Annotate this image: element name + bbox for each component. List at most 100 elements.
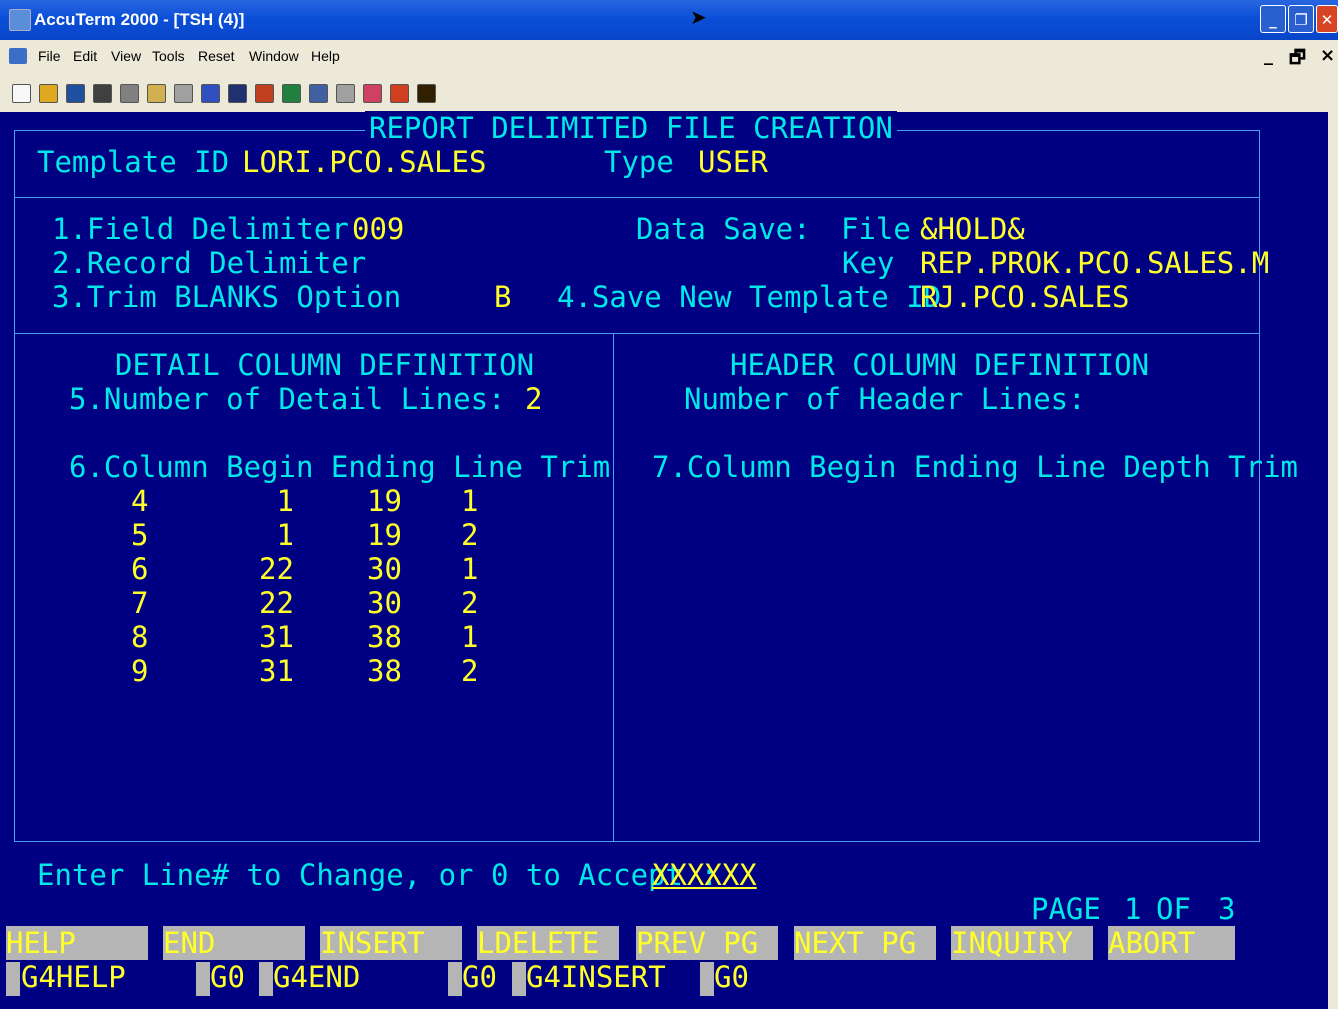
menu-reset[interactable]: Reset [198,48,235,64]
page-total: 3 [1218,892,1236,926]
g4-marker [512,962,526,996]
detail-lines-label: 5.Number of Detail Lines: [69,382,506,416]
data-save-label: Data Save: [636,212,811,246]
title-bar: AccuTerm 2000 - [TSH (4)] ➤ _ ❐ ✕ [0,0,1338,40]
menu-view[interactable]: View [111,48,141,64]
g4-marker [448,962,462,996]
detail-lines-value: 2 [525,382,543,416]
detail-row-column: 6 [131,552,149,586]
detail-column-headers: 6.Column Begin Ending Line Trim [69,450,611,484]
g4-insert-go[interactable]: G0 [714,960,749,994]
open-icon[interactable] [39,84,58,103]
help-icon[interactable] [417,84,436,103]
field-delimiter-label: 1.Field Delimiter [52,212,349,246]
detail-row-ending: 38 [367,654,402,688]
menu-tools[interactable]: Tools [152,48,185,64]
g4-end-key[interactable]: G4END [273,960,360,994]
minimize-icon[interactable]: _ [1260,5,1286,33]
template-id-label: Template ID [37,145,230,179]
new-icon[interactable] [12,84,31,103]
close-icon[interactable]: ✕ [1316,5,1338,33]
menu-help[interactable]: Help [311,48,340,64]
prompt-input[interactable]: XXXXXX [652,858,757,892]
detail-row-column: 8 [131,620,149,654]
g4-help-key[interactable]: G4HELP [21,960,126,994]
g4-help-go[interactable]: G0 [210,960,245,994]
g4-marker [259,962,273,996]
detail-row-ending: 30 [367,586,402,620]
capture-icon[interactable] [228,84,247,103]
detail-row-begin: 22 [259,586,294,620]
cut-icon[interactable] [120,84,139,103]
file-value: &HOLD& [920,212,1025,246]
alert-icon[interactable] [390,84,409,103]
g4-marker [6,962,20,996]
g4-end-go[interactable]: G0 [462,960,497,994]
detail-row-column: 4 [131,484,149,518]
print-icon[interactable] [93,84,112,103]
trim-option-label: 3.Trim BLANKS Option [52,280,402,314]
document-icon [9,48,27,64]
fkey-insert[interactable]: INSERT [320,926,462,960]
fkey-end[interactable]: END [163,926,305,960]
detail-row-line: 1 [461,552,479,586]
detail-row-begin: 1 [276,484,294,518]
detail-row-ending: 30 [367,552,402,586]
detail-row-ending: 19 [367,484,402,518]
record-icon[interactable] [255,84,274,103]
vertical-scrollbar[interactable] [1328,112,1338,1009]
detail-row-line: 2 [461,586,479,620]
detail-row-column: 7 [131,586,149,620]
menu-file[interactable]: File [38,48,61,64]
prompt-label: Enter Line# to Change, or 0 to Accept : [37,858,718,892]
fkey-prev-page[interactable]: PREV PG [636,926,778,960]
type-value: USER [698,145,768,179]
mdi-close-icon[interactable]: × [1320,45,1335,66]
trim-option-value: B [494,280,512,314]
g4-insert-key[interactable]: G4INSERT [526,960,666,994]
page-of: OF [1156,892,1191,926]
record-delimiter-label: 2.Record Delimiter [52,246,367,280]
terminal-icon[interactable] [309,84,328,103]
mdi-restore-icon[interactable]: 🗗 [1289,45,1306,75]
detail-row-begin: 22 [259,552,294,586]
fkey-abort[interactable]: ABORT [1108,926,1235,960]
page-current: 1 [1124,892,1142,926]
type-label: Type [604,145,674,179]
save-icon[interactable] [66,84,85,103]
detail-row-line: 2 [461,518,479,552]
fkey-help[interactable]: HELP [6,926,148,960]
save-new-template-value: RJ.PCO.SALES [920,280,1130,314]
mdi-minimize-icon[interactable]: _ [1264,45,1273,66]
toolbar [0,74,1338,112]
detail-title: DETAIL COLUMN DEFINITION [115,348,535,382]
disconnect-icon[interactable] [336,84,355,103]
detail-row-line: 1 [461,484,479,518]
window-title: AccuTerm 2000 - [TSH (4)] [34,10,245,29]
header-title: HEADER COLUMN DEFINITION [730,348,1150,382]
detail-row-column: 9 [131,654,149,688]
detail-row-line: 2 [461,654,479,688]
restore-icon[interactable]: ❐ [1288,5,1314,33]
paste-icon[interactable] [174,84,193,103]
page-label: PAGE [1031,892,1101,926]
fkey-ldelete[interactable]: LDELETE [477,926,619,960]
detail-row-begin: 31 [259,654,294,688]
screen-title: REPORT DELIMITED FILE CREATION [365,111,897,145]
app-icon [9,9,31,31]
fkey-next-page[interactable]: NEXT PG [794,926,936,960]
menu-bar: File Edit View Tools Reset Window Help _… [0,40,1338,74]
copy-icon[interactable] [147,84,166,103]
edit-icon[interactable] [201,84,220,103]
key-value: REP.PROK.PCO.SALES.M [920,246,1270,280]
mouse-pointer-icon: ➤ [690,5,707,29]
template-id-value: LORI.PCO.SALES [242,145,487,179]
menu-edit[interactable]: Edit [73,48,97,64]
detail-row-column: 5 [131,518,149,552]
menu-window[interactable]: Window [249,48,299,64]
transfer-icon[interactable] [282,84,301,103]
detail-row-ending: 38 [367,620,402,654]
settings-icon[interactable] [363,84,382,103]
fkey-inquiry[interactable]: INQUIRY [951,926,1093,960]
save-new-template-label: 4.Save New Template ID [557,280,942,314]
